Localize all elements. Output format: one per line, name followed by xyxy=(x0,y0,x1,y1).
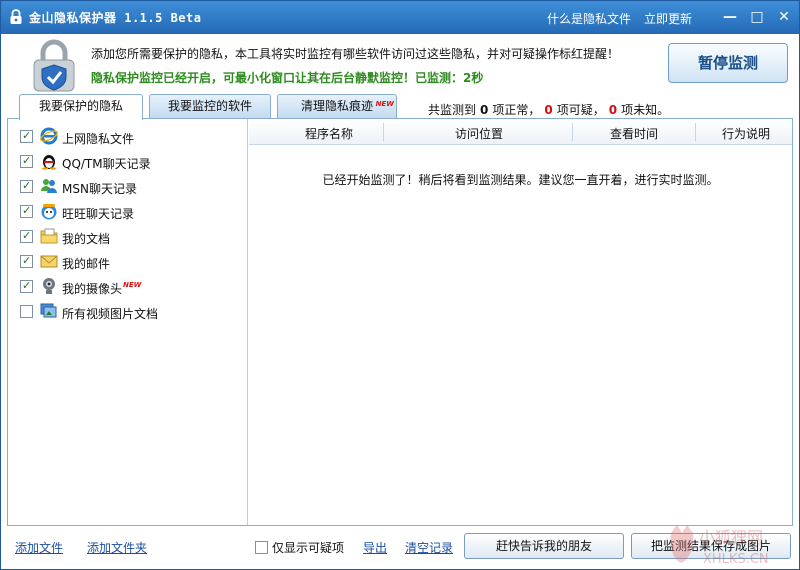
update-now-link[interactable]: 立即更新 xyxy=(644,10,692,27)
access-log-table: 程序名称 访问位置 查看时间 行为说明 已经开始监测了！稍后将看到监测结果。建议… xyxy=(249,119,792,525)
add-folder-link[interactable]: 添加文件夹 xyxy=(87,539,147,556)
checkbox[interactable] xyxy=(20,204,33,218)
maximize-button[interactable]: □ xyxy=(748,8,766,26)
checkbox[interactable] xyxy=(20,279,33,293)
checkbox[interactable] xyxy=(20,179,33,193)
stat-normal-count: 0 xyxy=(480,103,489,117)
privacy-item-label: 我的邮件 xyxy=(62,257,111,271)
mail-icon xyxy=(40,255,58,268)
ie-icon xyxy=(40,127,58,145)
watermark-subtext: XHLKS.CN xyxy=(703,552,769,567)
checkbox[interactable] xyxy=(20,154,33,168)
privacy-item-label: 旺旺聊天记录 xyxy=(62,207,135,221)
privacy-item-label: MSN聊天记录 xyxy=(62,182,137,196)
msn-icon xyxy=(41,179,57,193)
column-header-program[interactable]: 程序名称 xyxy=(279,125,379,142)
privacy-item-documents[interactable]: 我的文档 xyxy=(20,226,240,248)
empty-table-message: 已经开始监测了！稍后将看到监测结果。建议您一直开着，进行实时监测。 xyxy=(322,173,719,187)
tab-clean-traces[interactable]: 清理隐私痕迹 NEW xyxy=(277,94,397,118)
folder-icon xyxy=(40,228,58,244)
wangwang-icon xyxy=(41,204,57,220)
stat-suspicious-label: 项可疑， xyxy=(556,103,605,117)
privacy-item-label: 我的摄像头NEW xyxy=(62,280,141,297)
checkbox[interactable] xyxy=(255,541,268,554)
stat-unknown-label: 项未知。 xyxy=(621,103,670,117)
checkbox[interactable] xyxy=(20,254,33,268)
watermark-text: 小狐狸网 xyxy=(699,528,763,547)
privacy-item-label: 我的文档 xyxy=(62,232,111,246)
privacy-item-web[interactable]: 上网隐私文件 xyxy=(20,126,240,148)
shield-lock-icon xyxy=(33,39,75,92)
stat-suspicious-count: 0 xyxy=(544,103,553,117)
qq-penguin-icon xyxy=(42,155,56,170)
new-badge: NEW xyxy=(123,281,142,289)
title-bar[interactable]: 金山隐私保护器 1.1.5 Beta 什么是隐私文件 立即更新 — □ ✕ xyxy=(1,1,799,34)
column-divider[interactable] xyxy=(695,123,696,141)
tab-label: 清理隐私痕迹 xyxy=(300,99,373,113)
privacy-item-list: 上网隐私文件 QQ/TM聊天记录 xyxy=(8,119,248,525)
privacy-item-wangwang[interactable]: 旺旺聊天记录 xyxy=(20,201,240,223)
media-files-icon xyxy=(40,303,57,318)
export-link[interactable]: 导出 xyxy=(363,539,387,556)
main-panel: 上网隐私文件 QQ/TM聊天记录 xyxy=(7,118,793,526)
privacy-item-qq[interactable]: QQ/TM聊天记录 xyxy=(20,151,240,173)
privacy-item-label: 上网隐私文件 xyxy=(62,132,135,146)
clear-records-link[interactable]: 清空记录 xyxy=(405,539,453,556)
privacy-item-text: 我的摄像头 xyxy=(62,282,123,296)
monitor-status-text: 隐私保护监控已经开启，可最小化窗口让其在后台静默监控！已监测：2秒 xyxy=(91,71,484,85)
tell-friends-button[interactable]: 赶快告诉我的朋友 xyxy=(464,533,624,559)
privacy-item-media[interactable]: 所有视频图片文档 xyxy=(20,301,240,323)
checkbox[interactable] xyxy=(20,129,33,143)
privacy-item-mail[interactable]: 我的邮件 xyxy=(20,251,240,273)
table-header: 程序名称 访问位置 查看时间 行为说明 xyxy=(249,119,792,145)
pause-monitor-button[interactable]: 暂停监测 xyxy=(668,43,788,83)
tab-monitor-software[interactable]: 我要监控的软件 xyxy=(149,94,271,118)
new-badge: NEW xyxy=(375,100,394,108)
column-divider[interactable] xyxy=(572,123,573,141)
tab-label: 我要监控的软件 xyxy=(167,99,252,113)
watermark-logo: 小狐狸网 XHLKS.CN xyxy=(670,525,769,567)
privacy-item-label: QQ/TM聊天记录 xyxy=(62,157,151,171)
column-header-time[interactable]: 查看时间 xyxy=(589,125,679,142)
tab-label: 我要保护的隐私 xyxy=(38,99,123,113)
column-header-behavior[interactable]: 行为说明 xyxy=(701,125,791,142)
window-title: 金山隐私保护器 1.1.5 Beta xyxy=(29,11,202,25)
column-header-location[interactable]: 访问位置 xyxy=(429,125,529,142)
stat-unknown-count: 0 xyxy=(608,103,618,117)
privacy-item-msn[interactable]: MSN聊天记录 xyxy=(20,176,240,198)
only-suspicious-label: 仅显示可疑项 xyxy=(272,541,345,555)
checkbox[interactable] xyxy=(20,229,33,243)
lock-icon xyxy=(10,9,22,24)
minimize-button[interactable]: — xyxy=(721,8,739,26)
monitor-stats: 共监测到 0 项正常， 0 项可疑， 0 项未知。 xyxy=(428,101,669,118)
stats-prefix: 共监测到 xyxy=(428,103,477,117)
checkbox[interactable] xyxy=(20,305,33,318)
tab-protect-privacy[interactable]: 我要保护的隐私 xyxy=(19,94,143,120)
privacy-item-webcam[interactable]: 我的摄像头NEW xyxy=(20,276,240,298)
column-divider[interactable] xyxy=(383,123,384,141)
privacy-item-label: 所有视频图片文档 xyxy=(62,307,159,321)
app-window: 金山隐私保护器 1.1.5 Beta 什么是隐私文件 立即更新 — □ ✕ 添加… xyxy=(0,0,800,570)
webcam-icon xyxy=(43,278,55,294)
info-description: 添加您所需要保护的隐私，本工具将实时监控有哪些软件访问过这些隐私，并对可疑操作标… xyxy=(91,47,620,61)
stat-normal-label: 项正常， xyxy=(492,103,541,117)
add-file-link[interactable]: 添加文件 xyxy=(15,539,63,556)
what-is-privacy-link[interactable]: 什么是隐私文件 xyxy=(547,10,631,27)
close-button[interactable]: ✕ xyxy=(775,8,793,26)
